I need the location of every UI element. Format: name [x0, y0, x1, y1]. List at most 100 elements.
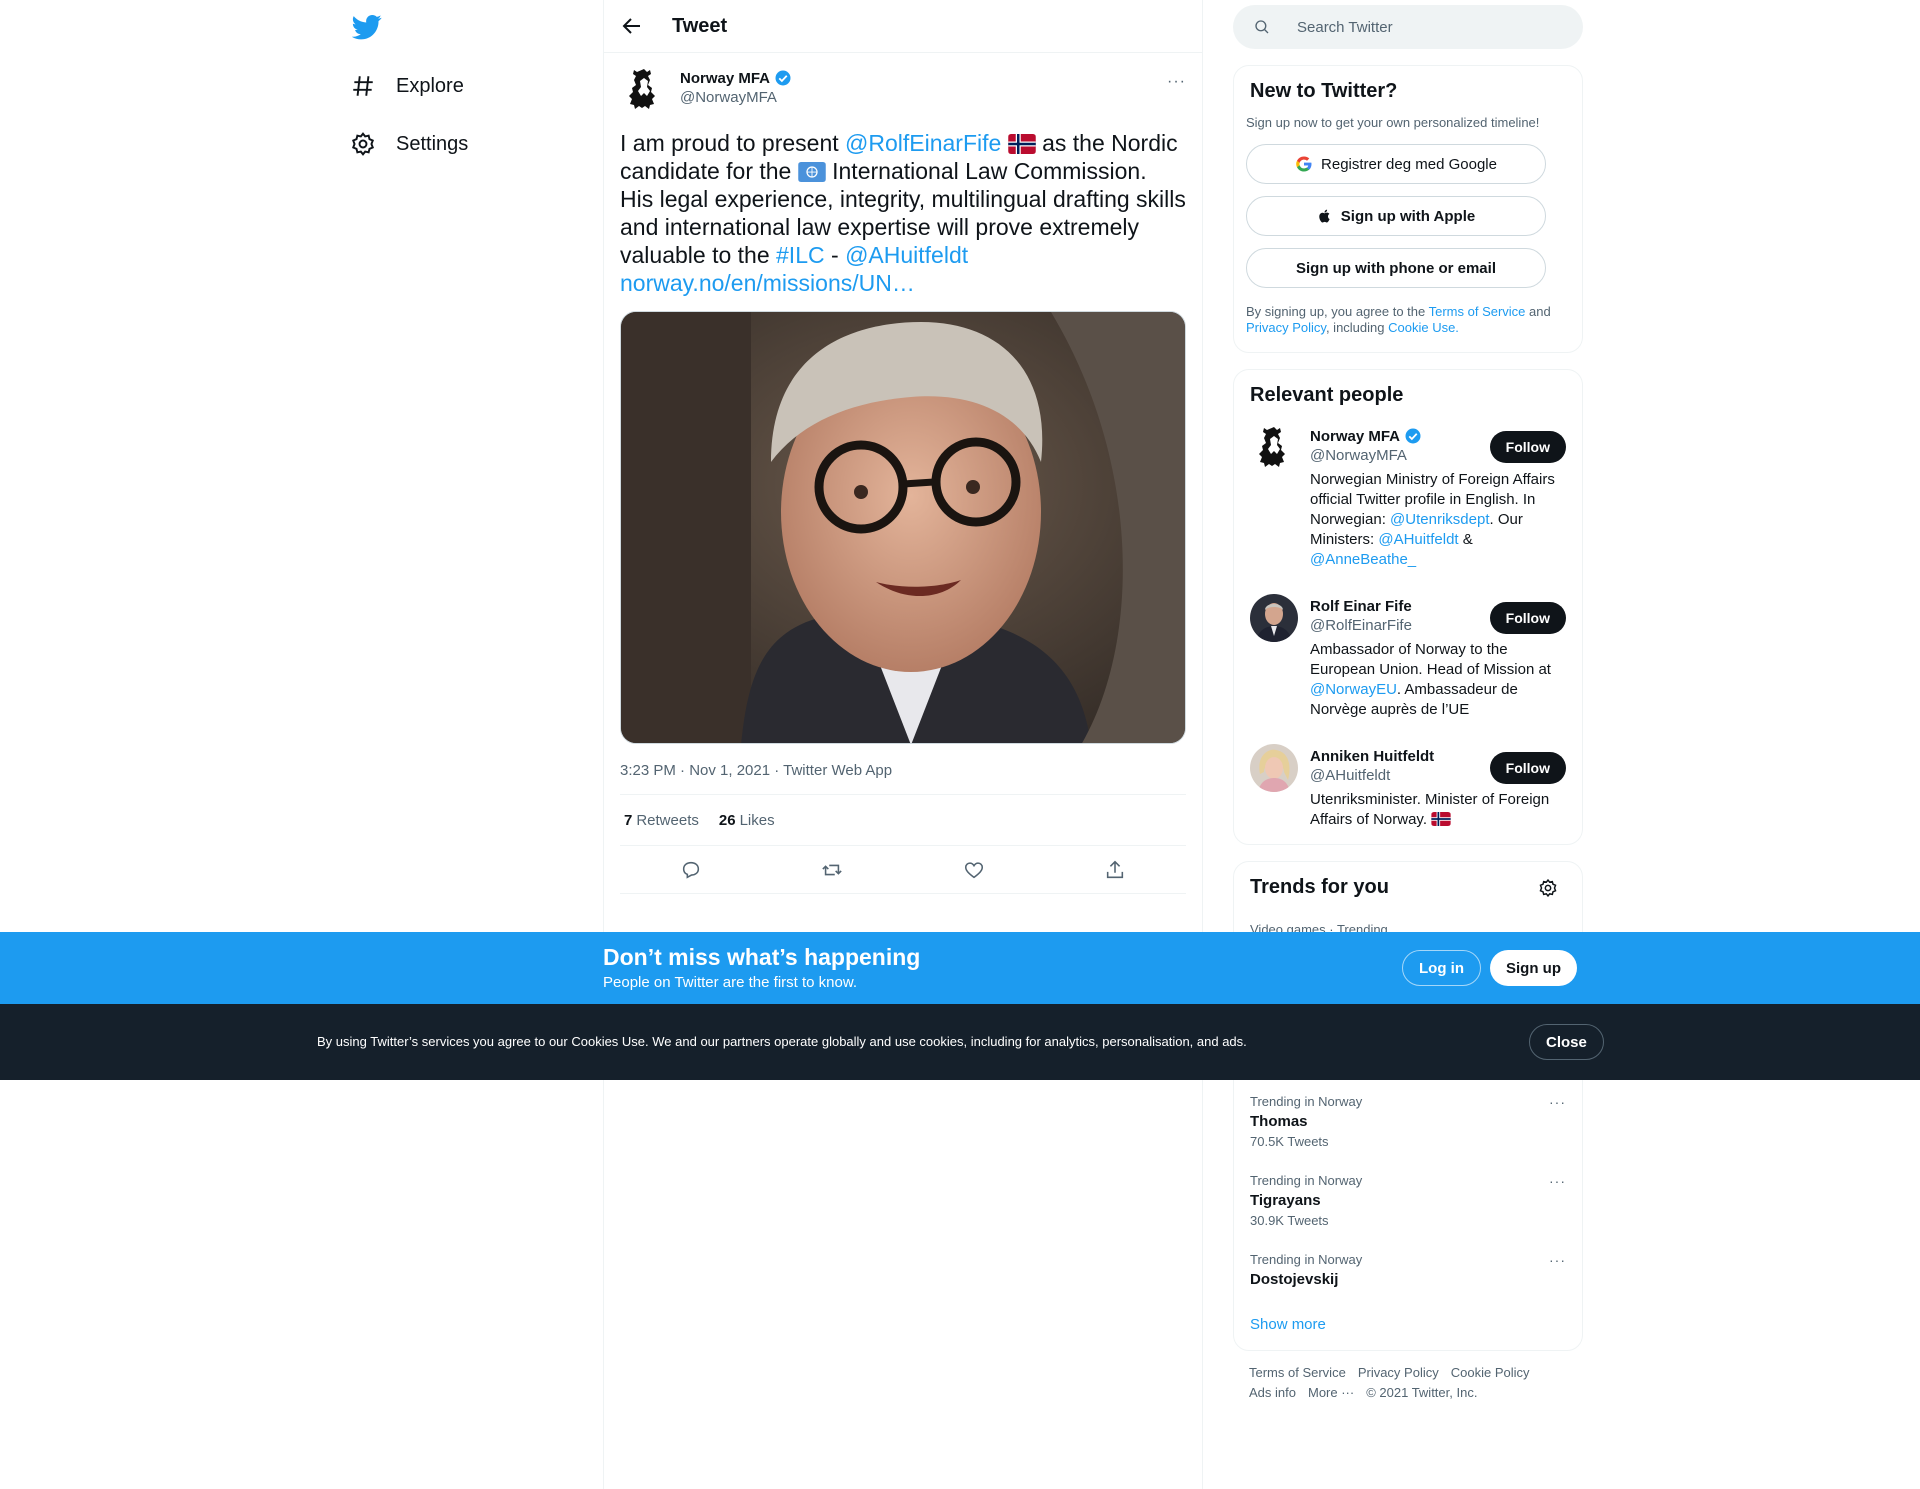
- trend-more-icon[interactable]: ···: [1549, 1094, 1566, 1110]
- nav-settings-label: Settings: [396, 132, 469, 155]
- gear-icon: [352, 132, 374, 156]
- tweet-timestamp: 3:23 PM · Nov 1, 2021 · Twitter Web App: [620, 762, 893, 779]
- retweets-count: 7: [624, 811, 633, 829]
- trend-count: 70.5K Tweets: [1250, 1134, 1329, 1149]
- person-item[interactable]: Anniken Huitfeldt @AHuitfeldt Utenriksmi…: [1234, 732, 1582, 844]
- tweet-text-part: I am proud to present: [620, 130, 846, 156]
- follow-button[interactable]: Follow: [1489, 752, 1566, 784]
- retweets-stat[interactable]: 7 Retweets: [624, 812, 699, 829]
- trend-name: Tigrayans: [1250, 1192, 1321, 1209]
- footer-cookie-link[interactable]: Cookie Policy: [1451, 1365, 1530, 1380]
- footer-links: Terms of Service Privacy Policy Cookie Pol…: [1233, 1351, 1583, 1415]
- person-bio: Norwegian Ministry of Foreign Affairs of…: [1310, 470, 1570, 570]
- mention-link[interactable]: @AnneBeathe_: [1310, 551, 1416, 568]
- tweet: Norway MFA @NorwayMFA ··· I am proud to …: [604, 53, 1202, 894]
- bio-text: &: [1458, 531, 1473, 548]
- portrait-image: [621, 312, 1185, 743]
- search-icon: [1255, 20, 1269, 34]
- person-name[interactable]: Rolf Einar Fife: [1310, 598, 1412, 615]
- new-to-twitter-card: New to Twitter? Sign up now to get your …: [1233, 65, 1583, 353]
- person-name[interactable]: Anniken Huitfeldt: [1310, 748, 1434, 765]
- mention-link[interactable]: @AHuitfeldt: [1378, 531, 1458, 548]
- legal-text: By signing up, you agree to the: [1246, 304, 1429, 319]
- show-more-link[interactable]: Show more: [1234, 1300, 1582, 1349]
- twitter-logo-icon[interactable]: [352, 12, 382, 42]
- tweet-username[interactable]: @NorwayMFA: [680, 89, 792, 106]
- login-button[interactable]: Log in: [1402, 950, 1481, 986]
- nav-settings[interactable]: Settings: [350, 122, 468, 166]
- mention-link[interactable]: @NorwayEU: [1310, 681, 1397, 698]
- mention-link[interactable]: @Utenriksdept: [1390, 511, 1489, 528]
- person-name[interactable]: Norway MFA: [1310, 428, 1400, 445]
- tweet-stats: 7 Retweets 26 Likes: [620, 794, 1186, 846]
- tweet-photo[interactable]: [620, 311, 1186, 744]
- trend-item[interactable]: Trending in Norway Thomas 70.5K Tweets ·…: [1234, 1082, 1582, 1161]
- norway-coat-of-arms-avatar[interactable]: [620, 65, 668, 113]
- follow-button[interactable]: Follow: [1489, 602, 1566, 634]
- avatar[interactable]: [1250, 594, 1298, 642]
- footer-tos-link[interactable]: Terms of Service: [1249, 1365, 1346, 1380]
- search-placeholder: Search Twitter: [1297, 18, 1393, 36]
- trends-settings-gear-icon[interactable]: [1538, 878, 1558, 898]
- trend-item[interactable]: Trending in Norway Dostojevskij ···: [1234, 1240, 1582, 1300]
- banner-subtitle: People on Twitter are the first to know.: [603, 974, 858, 991]
- united-nations-flag-icon: [797, 162, 826, 182]
- relevant-people-card: Relevant people Norway MFA @NorwayMFA No…: [1233, 369, 1583, 845]
- tweet-display-name[interactable]: Norway MFA: [680, 70, 770, 87]
- trend-item[interactable]: Trending in Norway Tigrayans 30.9K Tweet…: [1234, 1161, 1582, 1240]
- search-bar[interactable]: Search Twitter: [1233, 5, 1583, 49]
- person-item[interactable]: Rolf Einar Fife @RolfEinarFife Ambassado…: [1234, 582, 1582, 732]
- person-bio: Utenriksminister. Minister of Foreign Af…: [1310, 790, 1570, 830]
- apple-icon: [1319, 209, 1330, 223]
- phone-email-signup-button[interactable]: Sign up with phone or email: [1246, 248, 1546, 288]
- cookie-use-link[interactable]: Cookie Use.: [1388, 320, 1459, 335]
- likes-count: 26: [718, 811, 736, 829]
- tweet-text-part: -: [824, 242, 846, 268]
- follow-button[interactable]: Follow: [1489, 431, 1566, 463]
- likes-stat[interactable]: 26 Likes: [719, 812, 775, 829]
- google-signup-label: Registrer deg med Google: [1321, 155, 1497, 173]
- trend-context: Trending in Norway: [1250, 1252, 1363, 1267]
- back-arrow-icon[interactable]: [620, 14, 644, 38]
- google-signup-button[interactable]: Registrer deg med Google: [1246, 144, 1546, 184]
- trend-context: Trending in Norway: [1250, 1094, 1363, 1109]
- trend-more-icon[interactable]: ···: [1549, 1252, 1566, 1268]
- trend-name: Thomas: [1250, 1113, 1308, 1130]
- hashtag-link[interactable]: #ILC: [776, 242, 825, 268]
- retweet-icon[interactable]: [821, 859, 843, 881]
- avatar[interactable]: [1250, 744, 1298, 792]
- avatar[interactable]: [1250, 423, 1298, 471]
- nav-explore[interactable]: Explore: [350, 64, 464, 108]
- tweet-author: Norway MFA @NorwayMFA ···: [620, 65, 1186, 125]
- signup-button[interactable]: Sign up: [1490, 950, 1577, 986]
- footer-ads-link[interactable]: Ads info: [1249, 1385, 1296, 1400]
- more-options-icon[interactable]: ···: [1167, 73, 1186, 91]
- person-item[interactable]: Norway MFA @NorwayMFA Norwegian Ministry…: [1234, 407, 1582, 582]
- mention-link[interactable]: @RolfEinarFife: [845, 130, 1001, 156]
- apple-signup-label: Sign up with Apple: [1340, 207, 1476, 225]
- like-heart-icon[interactable]: [963, 859, 985, 881]
- privacy-policy-link[interactable]: Privacy Policy: [1246, 320, 1326, 335]
- trend-count: 30.9K Tweets: [1250, 1213, 1329, 1228]
- bio-text: Utenriksminister. Minister of Foreign Af…: [1310, 791, 1550, 828]
- cookie-close-button[interactable]: Close: [1529, 1024, 1604, 1060]
- terms-of-service-link[interactable]: Terms of Service: [1429, 304, 1526, 319]
- cookie-text: By using Twitter’s services you agree to…: [317, 1034, 1247, 1049]
- trend-more-icon[interactable]: ···: [1549, 1173, 1566, 1189]
- signup-legal-text: By signing up, you agree to the Terms of…: [1234, 288, 1582, 352]
- verified-badge-icon: [1405, 428, 1421, 444]
- apple-signup-button[interactable]: Sign up with Apple: [1246, 196, 1546, 236]
- page-title: Tweet: [672, 14, 728, 37]
- legal-text: , including: [1325, 320, 1389, 335]
- url-link[interactable]: norway.no/en/missions/UN…: [620, 270, 915, 296]
- footer-more-link[interactable]: More ···: [1308, 1385, 1354, 1400]
- reply-icon[interactable]: [680, 859, 702, 881]
- mention-link[interactable]: @AHuitfeldt: [845, 242, 968, 268]
- tweet-text: I am proud to present @RolfEinarFife as …: [620, 129, 1186, 297]
- trends-title: Trends for you: [1250, 876, 1389, 898]
- share-icon[interactable]: [1104, 859, 1126, 881]
- nav-explore-label: Explore: [396, 74, 464, 97]
- cookie-consent-bar: By using Twitter’s services you agree to…: [0, 1004, 1920, 1080]
- norway-flag-icon: [1007, 134, 1036, 154]
- footer-privacy-link[interactable]: Privacy Policy: [1358, 1365, 1439, 1380]
